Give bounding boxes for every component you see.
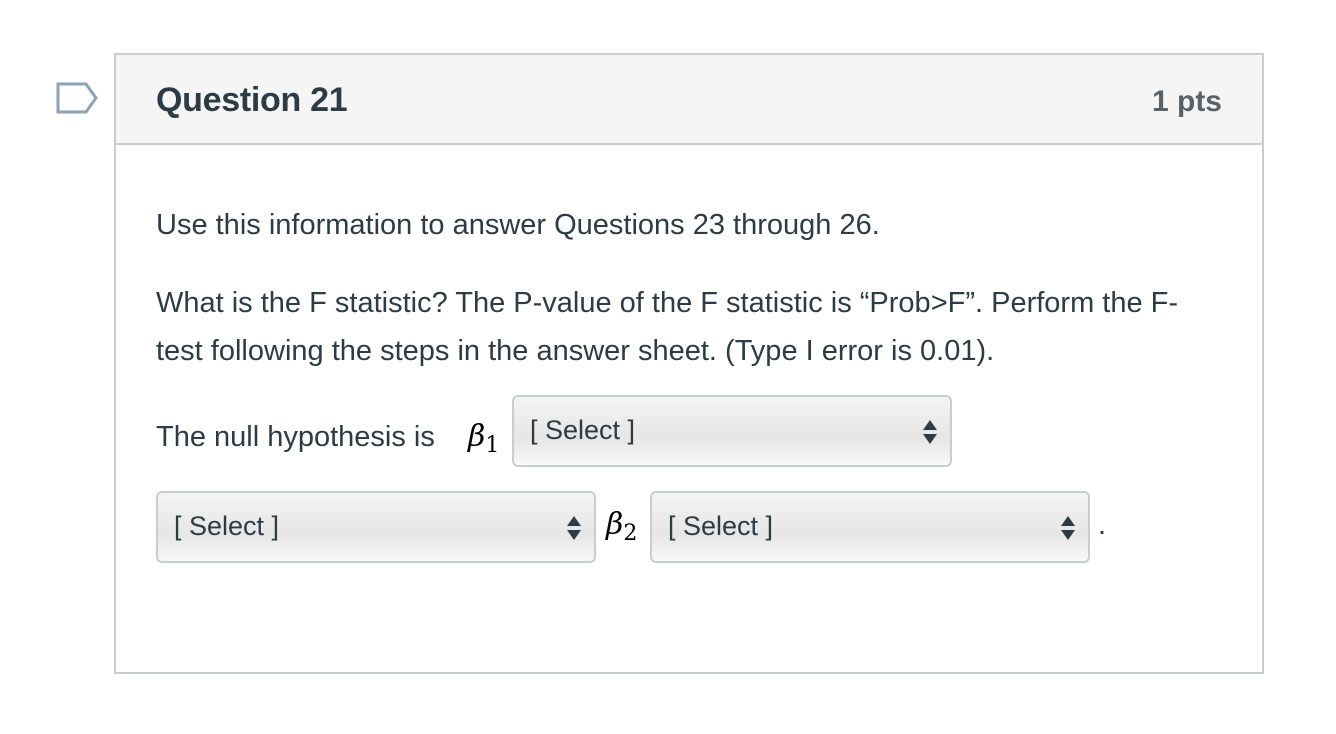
question-points: 1 pts — [1151, 85, 1222, 118]
question-card: Question 21 1 pts Use this information t… — [114, 53, 1264, 674]
select-dropdown-1[interactable]: [ Select ] — [512, 395, 952, 467]
sentence-period: . — [1098, 509, 1107, 541]
up-down-arrows-icon — [922, 416, 938, 448]
question-header: Question 21 1 pts — [116, 55, 1262, 145]
beta1-symbol: β1 — [468, 419, 500, 458]
question-text: What is the F statistic? The P-value of … — [156, 287, 1179, 367]
flag-question-icon[interactable] — [56, 82, 98, 114]
beta2-symbol: β2 — [606, 507, 638, 546]
question-title: Question 21 — [156, 81, 348, 119]
select-dropdown-3-value: [ Select ] — [668, 511, 774, 541]
select-dropdown-2-value: [ Select ] — [174, 511, 280, 541]
hypothesis-label: The null hypothesis is — [156, 421, 435, 453]
intro-text: Use this information to answer Questions… — [156, 209, 880, 241]
up-down-arrows-icon — [566, 512, 582, 544]
up-down-arrows-icon — [1060, 512, 1076, 544]
select-dropdown-1-value: [ Select ] — [530, 415, 636, 445]
select-dropdown-2[interactable]: [ Select ] — [156, 491, 596, 563]
select-dropdown-3[interactable]: [ Select ] — [650, 491, 1090, 563]
